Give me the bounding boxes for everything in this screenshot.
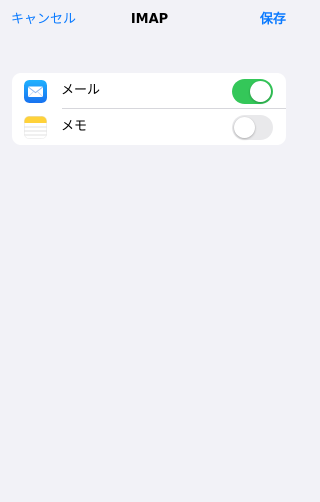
toggle-knob (250, 81, 271, 102)
notes-toggle[interactable] (232, 115, 273, 140)
setting-row-mail: メール (12, 73, 286, 109)
page-title: IMAP (130, 12, 169, 27)
sync-settings-group: メール メモ (12, 73, 286, 145)
setting-label-notes: メモ (61, 119, 88, 134)
save-button[interactable]: 保存 (260, 13, 286, 26)
notes-app-icon (24, 116, 47, 139)
mail-toggle[interactable] (232, 79, 273, 104)
mail-app-icon (24, 80, 47, 103)
navigation-bar: キャンセル IMAP 保存 (0, 0, 299, 44)
toggle-knob (234, 117, 255, 138)
setting-row-notes: メモ (12, 109, 286, 145)
setting-label-mail: メール (61, 83, 101, 98)
